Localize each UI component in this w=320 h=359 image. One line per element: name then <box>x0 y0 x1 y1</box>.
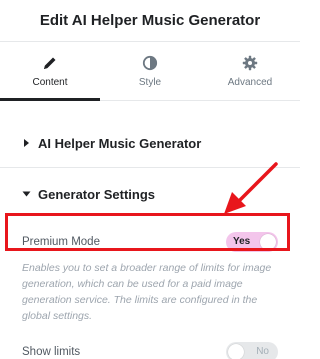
tab-content-label: Content <box>32 76 68 88</box>
tab-advanced[interactable]: Advanced <box>200 42 300 100</box>
show-limits-label: Show limits <box>22 346 81 358</box>
tab-content[interactable]: Content <box>0 42 100 101</box>
section-generator-settings-title: Generator Settings <box>38 186 156 202</box>
toggle-knob <box>228 344 244 359</box>
show-limits-toggle-text: No <box>256 346 269 357</box>
section-ai-helper-title: AI Helper Music Generator <box>38 135 202 151</box>
annotation-arrow-icon <box>224 162 278 214</box>
tab-advanced-label: Advanced <box>227 76 273 88</box>
pencil-icon <box>44 57 56 69</box>
show-limits-row: Show limits No <box>0 336 300 359</box>
show-limits-toggle[interactable]: No <box>226 342 278 359</box>
gear-icon <box>242 55 258 70</box>
tab-bar: Content Style Advanced <box>0 41 300 101</box>
half-circle-icon <box>142 55 158 70</box>
tab-style[interactable]: Style <box>100 42 200 100</box>
caret-down-icon <box>22 191 31 197</box>
panel-header: Edit AI Helper Music Generator <box>0 0 300 41</box>
premium-mode-description: Enables you to set a broader range of li… <box>22 262 272 322</box>
section-ai-helper[interactable]: AI Helper Music Generator <box>0 129 300 157</box>
panel-title: Edit AI Helper Music Generator <box>39 12 261 29</box>
caret-right-icon <box>24 139 29 147</box>
tab-style-label: Style <box>138 76 162 88</box>
